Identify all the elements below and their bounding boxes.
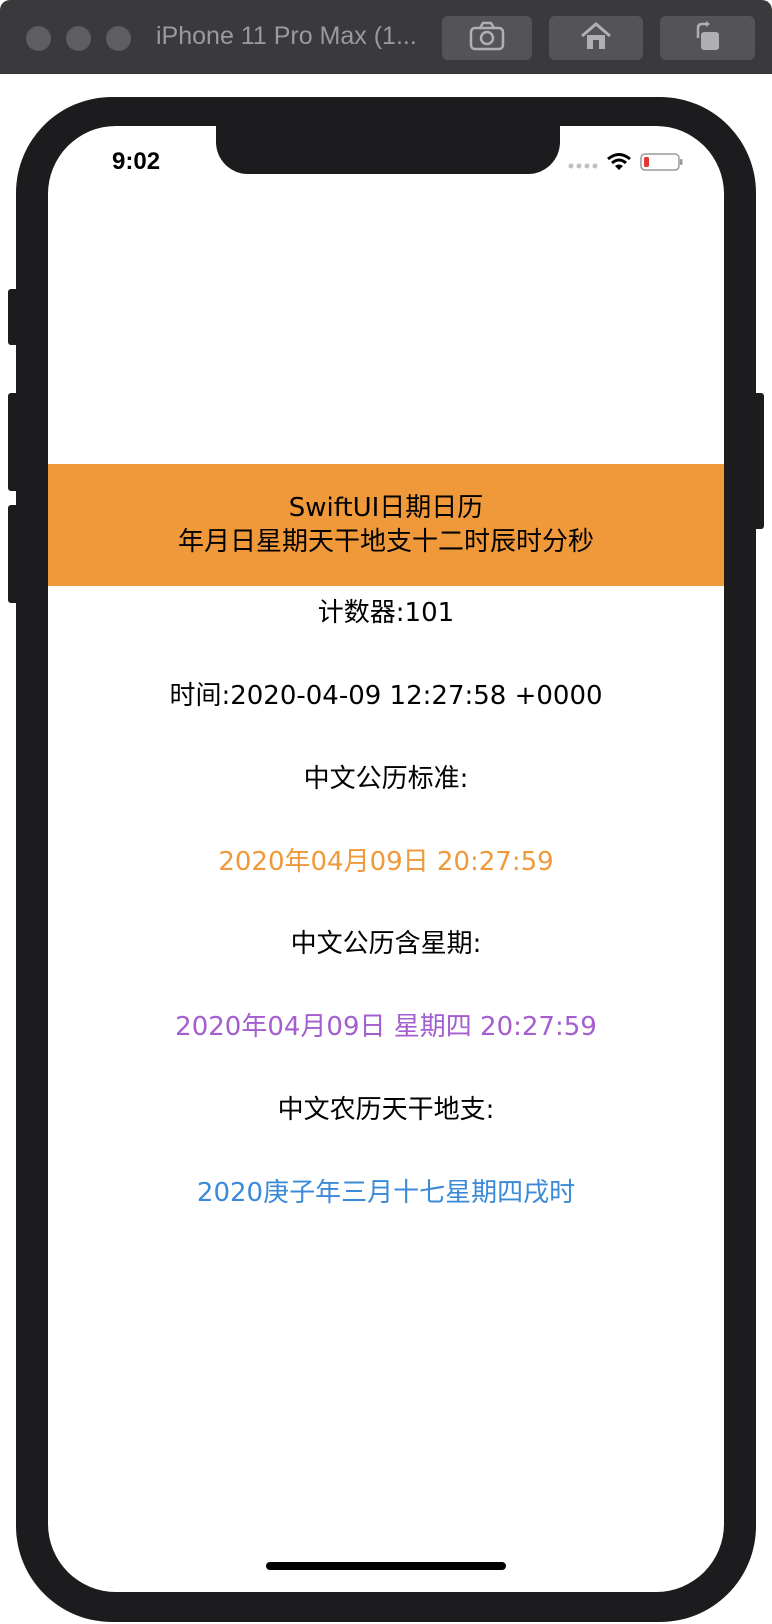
window-title: iPhone 11 Pro Max (1... <box>156 22 417 50</box>
zoom-window-button[interactable] <box>106 26 131 51</box>
close-window-button[interactable] <box>26 26 51 51</box>
banner-subtitle: 年月日星期天干地支十二时辰时分秒 <box>177 527 594 557</box>
minimize-window-button[interactable] <box>66 26 91 51</box>
simulator-titlebar: iPhone 11 Pro Max (1... <box>0 0 772 74</box>
weekday-value: 2020年04月09日 星期四 20:27:59 <box>175 1012 597 1042</box>
counter-text: 计数器:101 <box>317 598 455 628</box>
weekday-label: 中文公历含星期: <box>290 929 482 959</box>
camera-icon <box>469 21 505 55</box>
volume-down-button[interactable] <box>8 505 20 603</box>
header-banner: SwiftUI日期日历 年月日星期天干地支十二时辰时分秒 <box>48 464 724 586</box>
power-button[interactable] <box>752 393 764 529</box>
signal-icon <box>568 155 598 174</box>
home-indicator[interactable] <box>266 1562 506 1570</box>
home-icon <box>579 21 613 55</box>
rotate-icon <box>692 20 724 56</box>
status-time: 9:02 <box>112 148 161 175</box>
banner-title: SwiftUI日期日历 <box>288 493 484 523</box>
time-text: 时间:2020-04-09 12:27:58 +0000 <box>169 681 603 711</box>
volume-up-button[interactable] <box>8 393 20 491</box>
lunar-value: 2020庚子年三月十七星期四戌时 <box>196 1178 576 1208</box>
rotate-button[interactable] <box>660 16 755 60</box>
gregorian-value: 2020年04月09日 20:27:59 <box>218 847 554 877</box>
screenshot-button[interactable] <box>442 16 532 60</box>
wifi-icon <box>606 152 632 176</box>
device-screen: 9:02 SwiftUI日期日历 年月日星期天干地支十二时辰时分秒 计数器:10… <box>48 126 724 1592</box>
notch <box>216 126 560 174</box>
silent-switch[interactable] <box>8 289 20 345</box>
battery-icon <box>640 152 684 176</box>
home-button[interactable] <box>549 16 643 60</box>
status-icons <box>568 152 684 176</box>
gregorian-label: 中文公历标准: <box>303 764 469 794</box>
lunar-label: 中文农历天干地支: <box>277 1095 495 1125</box>
